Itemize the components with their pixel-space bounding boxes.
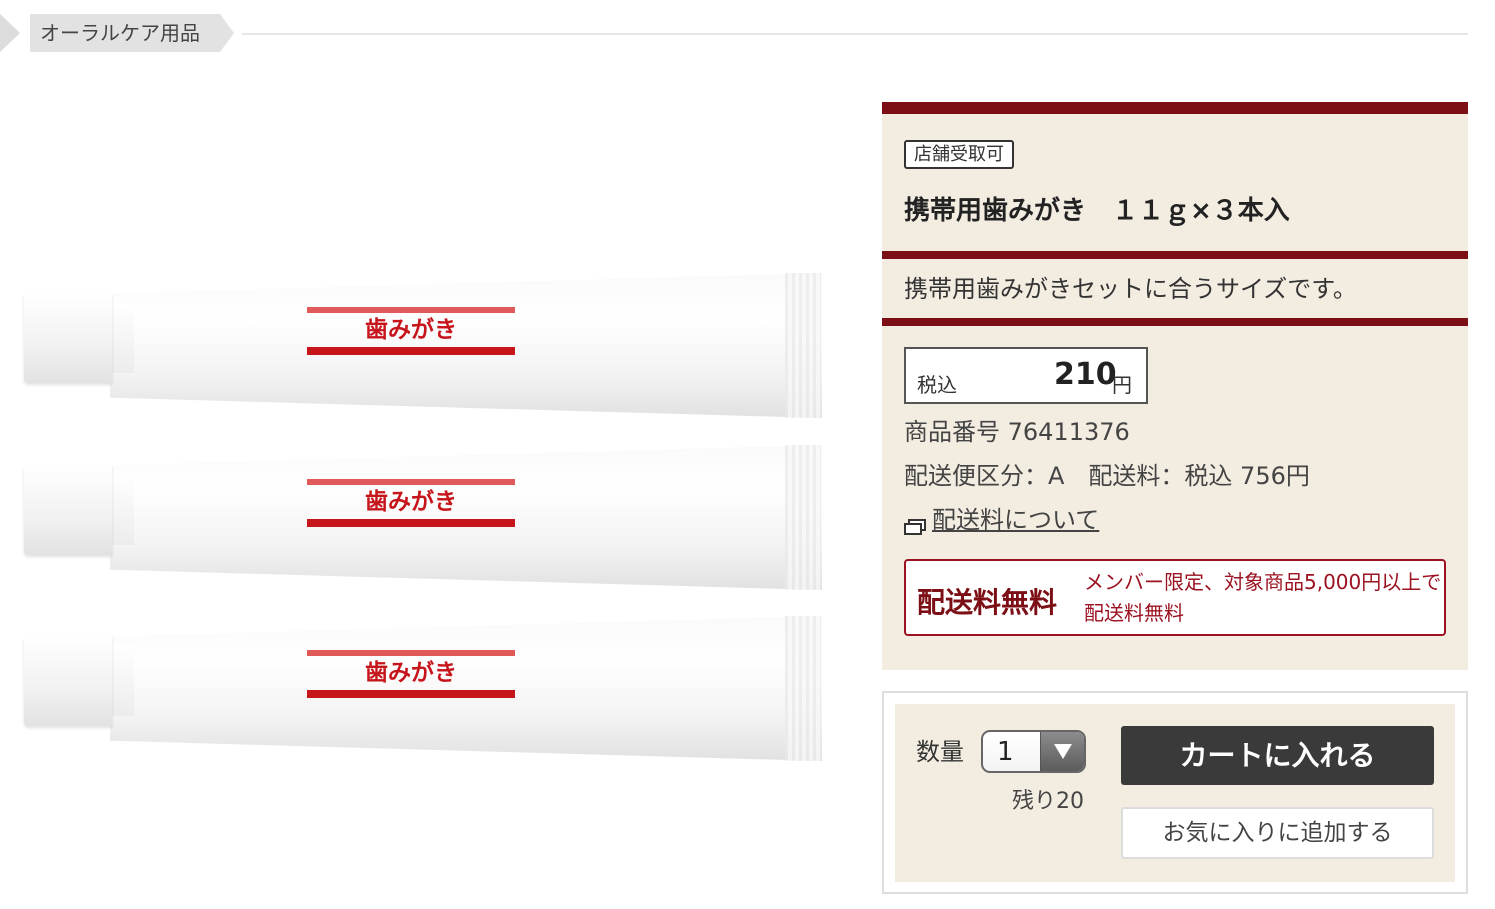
product-title: 携帯用歯みがき １１ｇ×３本入 [904, 196, 1290, 226]
shipping-info: 配送便区分：A 配送料：税込 756円 [904, 462, 1310, 490]
add-favorite-button[interactable]: お気に入りに追加する [1121, 807, 1434, 859]
product-image: 歯みがき 歯みがき 歯みがき [20, 265, 825, 775]
price-value: 210 [1054, 357, 1117, 392]
tube-label-text: 歯みがき [365, 660, 457, 686]
quantity-value: 1 [997, 737, 1014, 767]
price-box: 税込 210 円 [904, 347, 1148, 404]
item-number: 商品番号 76411376 [904, 418, 1130, 446]
breadcrumb-divider [242, 33, 1468, 35]
free-shipping-title: 配送料無料 [917, 586, 1058, 619]
add-to-cart-button[interactable]: カートに入れる [1121, 726, 1434, 785]
quantity-select[interactable]: 1 [981, 730, 1086, 773]
breadcrumb-item-oral-care[interactable]: オーラルケア用品 [30, 14, 220, 52]
toothpaste-tube: 歯みがき [20, 437, 825, 592]
price-unit: 円 [1112, 373, 1132, 397]
tube-label-text: 歯みがき [365, 489, 457, 515]
stock-remaining: 残り20 [1012, 789, 1084, 814]
free-shipping-text: メンバー限定、対象商品5,000円以上で配送料無料 [1084, 570, 1442, 625]
price-tax-label: 税込 [917, 373, 957, 397]
free-shipping-box: 配送料無料 メンバー限定、対象商品5,000円以上で配送料無料 [904, 559, 1446, 636]
shipping-fee-link[interactable]: 配送料について [904, 504, 1099, 536]
shipping-link-text[interactable]: 配送料について [932, 506, 1099, 534]
window-icon [904, 511, 926, 535]
breadcrumb-tip [220, 14, 234, 52]
tube-label-text: 歯みがき [365, 317, 457, 343]
panel-top-bar [882, 102, 1468, 114]
product-description: 携帯用歯みがきセットに合うサイズです。 [904, 275, 1357, 303]
breadcrumb-arrow [0, 14, 20, 52]
store-pickup-badge: 店舗受取可 [904, 140, 1014, 169]
chevron-down-icon [1054, 744, 1072, 759]
quantity-dropdown-button[interactable] [1040, 732, 1084, 771]
quantity-label: 数量 [916, 738, 964, 766]
panel-divider [882, 251, 1468, 259]
toothpaste-tube: 歯みがき [20, 608, 825, 763]
toothpaste-tube: 歯みがき [20, 265, 825, 420]
panel-divider [882, 318, 1468, 326]
